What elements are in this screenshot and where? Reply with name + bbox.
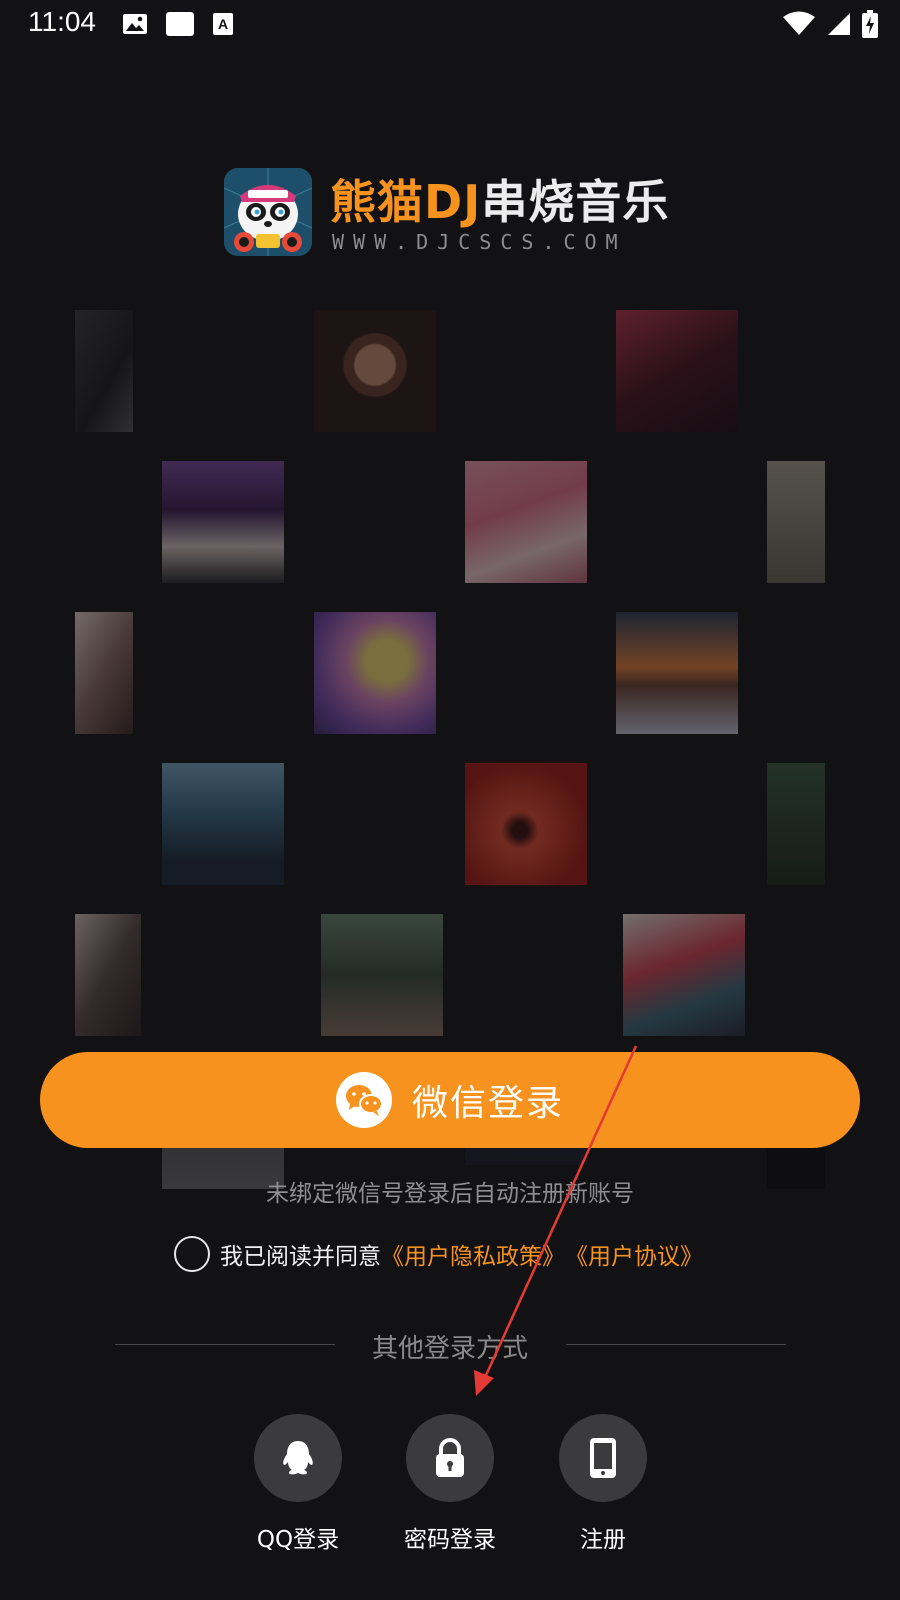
system-icons bbox=[782, 10, 878, 38]
album-cover-image bbox=[465, 763, 587, 885]
album-cover-image bbox=[75, 310, 133, 432]
wechat-icon bbox=[335, 1072, 392, 1128]
app-logo-icon bbox=[224, 168, 312, 256]
register-button[interactable] bbox=[559, 1414, 647, 1502]
qq-penguin-icon bbox=[283, 1441, 313, 1475]
divider-right bbox=[566, 1344, 786, 1345]
agreement-text: 我已阅读并同意 bbox=[220, 1244, 381, 1270]
album-cover-image bbox=[465, 461, 587, 583]
lock-icon bbox=[436, 1438, 464, 1477]
image-notification-icon bbox=[123, 14, 147, 34]
register-label: 注册 bbox=[580, 1527, 626, 1553]
wechat-login-label: 微信登录 bbox=[411, 1083, 564, 1124]
brand-url: WWW.DJCSCS.COM bbox=[332, 230, 627, 254]
password-login-option[interactable]: 密码登录 bbox=[390, 1414, 510, 1554]
album-cover-image bbox=[75, 914, 141, 1036]
qq-login-option[interactable]: QQ登录 bbox=[238, 1414, 358, 1554]
album-cover-image bbox=[767, 461, 825, 583]
wechat-login-button[interactable]: 微信登录 bbox=[40, 1052, 860, 1148]
album-cover-image bbox=[314, 612, 436, 734]
album-cover-image bbox=[162, 461, 284, 583]
album-cover-image bbox=[767, 763, 825, 885]
password-login-button[interactable] bbox=[406, 1414, 494, 1502]
user-agreement-link[interactable]: 《用户协议》 bbox=[565, 1237, 703, 1271]
qq-login-button[interactable] bbox=[254, 1414, 342, 1502]
svg-text:A: A bbox=[218, 16, 228, 32]
other-login-label: 其他登录方式 bbox=[371, 1334, 528, 1364]
register-option[interactable]: 注册 bbox=[543, 1414, 663, 1554]
album-cover-image bbox=[623, 914, 745, 1036]
album-cover-image bbox=[162, 763, 284, 885]
battery-icon bbox=[862, 10, 878, 38]
notification-icons: A bbox=[122, 12, 234, 36]
password-login-label: 密码登录 bbox=[404, 1527, 496, 1553]
album-cover-image bbox=[321, 914, 443, 1036]
brand-title-orange: 熊猫DJ bbox=[330, 175, 482, 229]
brand-header: 熊猫DJ串烧音乐 WWW.DJCSCS.COM bbox=[224, 168, 684, 258]
text-notification-icon: A bbox=[213, 13, 233, 35]
wifi-icon bbox=[783, 11, 815, 35]
status-time: 11:04 bbox=[28, 6, 96, 37]
phone-icon bbox=[590, 1438, 616, 1478]
auto-register-hint: 未绑定微信号登录后自动注册新账号 bbox=[266, 1181, 634, 1207]
signal-icon bbox=[828, 13, 850, 35]
album-cover-image bbox=[314, 310, 436, 432]
status-bar: 11:04 A bbox=[0, 0, 900, 48]
album-cover-image bbox=[616, 310, 738, 432]
brand-title-white: 串烧音乐 bbox=[481, 175, 670, 229]
agreement-row: 我已阅读并同意 《用户隐私政策》 《用户协议》 bbox=[174, 1236, 703, 1272]
blank-notification-icon bbox=[166, 12, 194, 36]
agreement-checkbox[interactable] bbox=[174, 1236, 210, 1272]
brand-title: 熊猫DJ串烧音乐 bbox=[330, 166, 669, 232]
album-cover-image bbox=[616, 612, 738, 734]
privacy-policy-link[interactable]: 《用户隐私政策》 bbox=[381, 1237, 565, 1271]
qq-login-label: QQ登录 bbox=[256, 1527, 340, 1553]
album-cover-image bbox=[75, 612, 133, 734]
